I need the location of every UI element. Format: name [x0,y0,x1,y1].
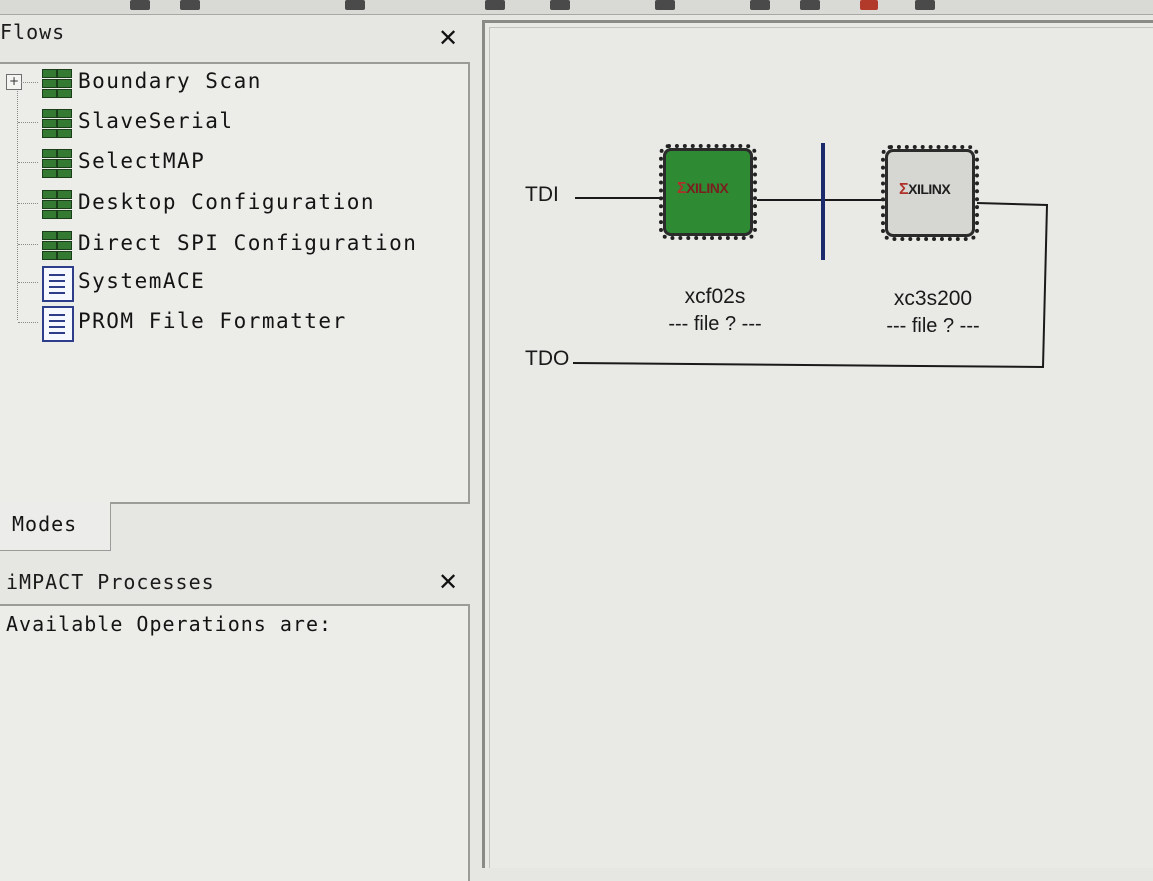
device-file: --- file ? --- [668,313,762,335]
document-icon [42,306,74,342]
tree-item-slaveserial[interactable]: SlaveSerial [0,104,460,140]
tab-modes[interactable]: Modes [0,502,111,551]
tree-item-label: Direct SPI Configuration [78,231,418,255]
tree-connector [21,82,38,83]
tree-connector [18,122,38,123]
tree-connector [18,203,38,204]
document-icon [42,266,74,302]
chain-grid-icon [40,67,72,98]
available-operations-text: Available Operations are: [6,612,333,636]
chain-grid-icon [40,229,72,260]
tdi-label: TDI [525,183,559,206]
device-name: xcf02s [684,285,746,308]
tree-item-boundary-scan[interactable]: + Boundary Scan [0,64,460,100]
tree-item-label: SystemACE [78,269,206,293]
tree-item-label: Desktop Configuration [78,190,376,214]
tree-connector [18,322,38,323]
toolbar [0,0,1153,15]
expand-plus-icon[interactable]: + [6,74,22,90]
toolbar-button-icon[interactable] [550,0,570,10]
processes-panel-title: iMPACT Processes [6,570,215,594]
tree-connector [18,162,38,163]
left-panel: Flows ✕ + Boundary Scan SlaveSerial Sele… [0,14,480,881]
tree-item-systemace[interactable]: SystemACE [0,264,460,302]
xilinx-logo-icon: ΣXILINX [677,180,729,197]
flows-close-icon[interactable]: ✕ [438,26,458,50]
toolbar-button-icon[interactable] [180,0,200,10]
toolbar-button-icon[interactable] [130,0,150,10]
tree-item-direct-spi-configuration[interactable]: Direct SPI Configuration [0,226,460,262]
processes-close-icon[interactable]: ✕ [438,570,458,594]
device-name: xc3s200 [893,287,973,310]
toolbar-button-icon[interactable] [750,0,770,10]
tab-modes-label: Modes [12,512,78,536]
chain-wires [572,143,1049,369]
tree-connector [18,244,38,245]
toolbar-button-icon[interactable] [915,0,935,10]
chip-logo-text: XILINX [686,180,729,196]
tree-item-label: Boundary Scan [78,69,262,93]
tree-connector [18,282,38,283]
toolbar-button-icon[interactable] [485,0,505,10]
device-file: --- file ? --- [886,315,980,337]
flows-panel-title: Flows [0,20,66,44]
tree-item-prom-file-formatter[interactable]: PROM File Formatter [0,304,460,342]
processes-box: Available Operations are: [0,604,470,881]
chip-logo-text: XILINX [908,181,951,197]
tree-item-selectmap[interactable]: SelectMAP [0,144,460,180]
toolbar-button-icon[interactable] [345,0,365,10]
tree-item-label: PROM File Formatter [78,309,347,333]
toolbar-button-icon[interactable] [860,0,878,10]
tree-item-desktop-configuration[interactable]: Desktop Configuration [0,185,460,221]
device-chip-xcf02s[interactable]: ΣXILINX [659,144,757,240]
xilinx-logo-icon: ΣXILINX [899,181,951,198]
tdo-label: TDO [525,347,570,370]
chain-grid-icon [40,147,72,178]
tree-item-label: SlaveSerial [78,109,234,133]
chain-grid-icon [40,107,72,138]
toolbar-button-icon[interactable] [800,0,820,10]
chain-grid-icon [40,188,72,219]
flows-tree: + Boundary Scan SlaveSerial SelectMAP De… [0,62,470,504]
toolbar-button-icon[interactable] [655,0,675,10]
tree-item-label: SelectMAP [78,149,206,173]
device-chip-xc3s200[interactable]: ΣXILINX [881,145,979,241]
jtag-chain-canvas[interactable]: TDI TDO ΣXILINX xcf02s --- file ? --- ΣX… [482,20,1153,868]
